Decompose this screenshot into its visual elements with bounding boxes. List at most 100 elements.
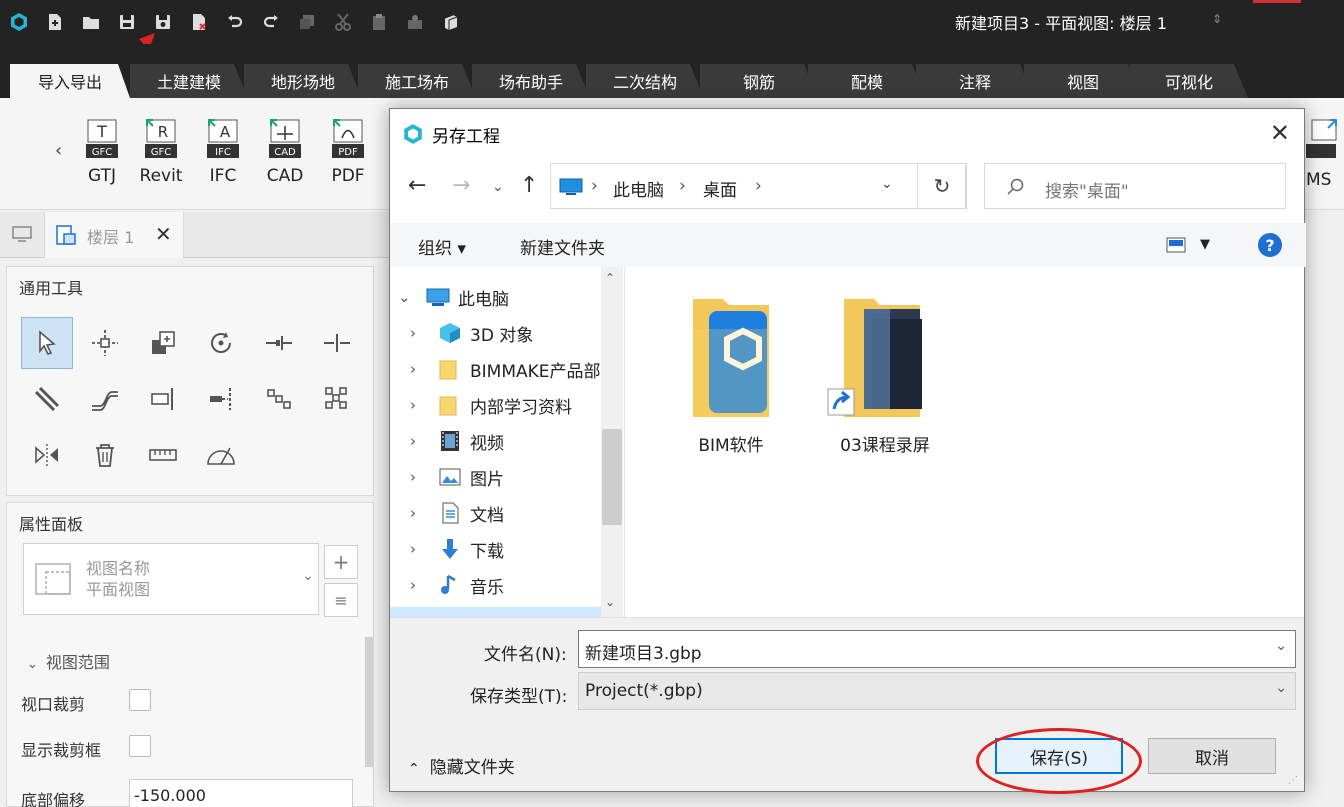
cancel-button[interactable]: 取消 bbox=[1148, 738, 1276, 774]
viewport-crop-checkbox[interactable] bbox=[129, 689, 151, 711]
view-range-section[interactable]: ⌄ 视图范围 bbox=[27, 649, 110, 673]
new-folder-button[interactable]: 新建文件夹 bbox=[520, 234, 605, 259]
tab-formwork[interactable]: 配模 bbox=[808, 64, 926, 98]
refresh-icon[interactable]: ↻ bbox=[917, 163, 967, 209]
new-icon[interactable] bbox=[44, 11, 66, 33]
tree-item-music[interactable]: › 音乐 bbox=[410, 567, 504, 603]
offset-tool-icon[interactable] bbox=[21, 373, 73, 425]
split-tool-icon[interactable] bbox=[311, 317, 363, 369]
extend-tool-icon[interactable] bbox=[137, 373, 189, 425]
document-tab-strip: 楼层 1 ✕ bbox=[0, 212, 390, 258]
back-arrow-icon[interactable]: ← bbox=[408, 173, 426, 198]
settings-sliders-icon[interactable]: ≡ bbox=[324, 583, 358, 617]
doc-tab-floor-1[interactable]: 楼层 1 ✕ bbox=[44, 212, 184, 258]
array-tool-icon[interactable] bbox=[253, 373, 305, 425]
file-item-course-recordings[interactable]: 03课程录屏 bbox=[820, 289, 950, 456]
tree-item-videos[interactable]: › 视频 bbox=[410, 423, 504, 459]
tab-view[interactable]: 视图 bbox=[1024, 64, 1142, 98]
extend-single-tool-icon[interactable] bbox=[195, 373, 247, 425]
open-icon[interactable] bbox=[80, 11, 102, 33]
measure-tool-icon[interactable] bbox=[137, 429, 189, 481]
rotate-tool-icon[interactable] bbox=[195, 317, 247, 369]
copy-tool-icon[interactable] bbox=[137, 317, 189, 369]
breadcrumb-desktop[interactable]: 桌面 bbox=[703, 176, 737, 201]
redo-icon[interactable] bbox=[260, 11, 282, 33]
align-tool-icon[interactable] bbox=[79, 373, 131, 425]
export-revit-button[interactable]: R GFC Revit bbox=[133, 118, 189, 186]
undo-icon[interactable] bbox=[224, 11, 246, 33]
chevron-right-icon[interactable]: › bbox=[410, 324, 428, 342]
show-crop-box-checkbox[interactable] bbox=[129, 735, 151, 757]
help-icon[interactable]: ? bbox=[1258, 233, 1282, 257]
chevron-right-icon[interactable]: › bbox=[410, 396, 428, 414]
tree-item-downloads[interactable]: › 下载 bbox=[410, 531, 504, 567]
view-selector[interactable]: 视图名称 平面视图 ⌄ bbox=[23, 543, 319, 615]
recent-locations-chevron-icon[interactable]: ⌄ bbox=[492, 179, 504, 195]
export-ms-button[interactable]: MS bbox=[1306, 118, 1342, 190]
chevron-right-icon[interactable]: › bbox=[410, 576, 428, 594]
chevron-down-icon[interactable]: ⌄ bbox=[881, 176, 893, 192]
chevron-right-icon[interactable]: › bbox=[410, 468, 428, 486]
tab-civil-modeling[interactable]: 土建建模 bbox=[130, 64, 248, 98]
chevron-down-icon[interactable]: ⌄ bbox=[1275, 638, 1287, 654]
file-item-bim-software[interactable]: BIM软件 bbox=[666, 289, 796, 456]
tree-item-pictures[interactable]: › 图片 bbox=[410, 459, 504, 495]
tree-item-internal-docs[interactable]: › 内部学习资料 bbox=[410, 387, 572, 423]
move-tool-icon[interactable] bbox=[79, 317, 131, 369]
tab-rebar[interactable]: 钢筋 bbox=[700, 64, 818, 98]
chevron-down-icon[interactable]: ⌄ bbox=[1275, 680, 1287, 696]
select-tool-icon[interactable] bbox=[21, 317, 73, 369]
trim-tool-icon[interactable] bbox=[253, 317, 305, 369]
export-pdf-button[interactable]: PDF PDF bbox=[320, 118, 376, 186]
hide-folders-toggle[interactable]: ⌃ 隐藏文件夹 bbox=[408, 753, 515, 778]
chevron-down-icon[interactable]: ⌄ bbox=[398, 288, 416, 306]
view-switch-icon[interactable] bbox=[12, 226, 32, 242]
box-icon[interactable] bbox=[440, 11, 462, 33]
chevron-right-icon[interactable]: › bbox=[410, 504, 428, 522]
breadcrumb-this-pc[interactable]: 此电脑 bbox=[613, 176, 664, 201]
tree-scrollbar[interactable]: ⌃ ⌄ bbox=[601, 267, 623, 617]
chevron-right-icon[interactable]: › bbox=[410, 540, 428, 558]
file-name-field[interactable]: 新建项目3.gbp ⌄ bbox=[578, 630, 1296, 668]
scrollbar-thumb[interactable] bbox=[602, 429, 622, 525]
close-icon[interactable]: ✕ bbox=[155, 222, 172, 246]
tab-layout-assistant[interactable]: 场布助手 bbox=[472, 64, 590, 98]
updown-caret-icon[interactable]: ⇕ bbox=[1212, 12, 1222, 26]
tree-item-bimmake[interactable]: › BIMMAKE产品部 bbox=[410, 351, 601, 387]
organize-menu[interactable]: 组织 ▾ bbox=[418, 234, 466, 259]
export-gtj-button[interactable]: T GFC GTJ bbox=[74, 118, 130, 186]
tree-item-documents[interactable]: › 文档 bbox=[410, 495, 504, 531]
scrollbar[interactable] bbox=[365, 637, 373, 767]
resize-grip-icon[interactable]: ⋰ bbox=[1288, 775, 1300, 787]
view-name: 视图名称 平面视图 bbox=[86, 558, 150, 600]
close-icon[interactable]: ✕ bbox=[1270, 119, 1290, 147]
tab-import-export[interactable]: 导入导出 bbox=[10, 64, 130, 98]
ribbon-scroll-left-icon[interactable]: ‹ bbox=[55, 140, 62, 161]
angle-tool-icon[interactable] bbox=[195, 429, 247, 481]
chevron-right-icon[interactable]: › bbox=[410, 360, 428, 378]
tab-secondary-structure[interactable]: 二次结构 bbox=[586, 64, 704, 98]
bottom-offset-field[interactable]: -150.000 bbox=[129, 779, 353, 807]
view-mode-icon[interactable] bbox=[1166, 237, 1186, 253]
tree-item-this-pc[interactable]: ⌄ 此电脑 bbox=[398, 279, 509, 315]
export-cad-button[interactable]: CAD CAD bbox=[257, 118, 313, 186]
tab-site-layout[interactable]: 施工场布 bbox=[358, 64, 476, 98]
tab-visualize[interactable]: 可视化 bbox=[1130, 64, 1248, 98]
tab-annotation[interactable]: 注释 bbox=[916, 64, 1034, 98]
chevron-down-icon[interactable]: ⌄ bbox=[605, 595, 615, 609]
mirror-tool-icon[interactable] bbox=[21, 429, 73, 481]
export-ifc-button[interactable]: A IFC IFC bbox=[195, 118, 251, 186]
chevron-up-icon[interactable]: ⌃ bbox=[605, 271, 615, 285]
view-mode-dropdown-icon[interactable]: ▼ bbox=[1200, 237, 1210, 252]
grid-array-tool-icon[interactable] bbox=[311, 373, 363, 425]
file-type-select[interactable]: Project(*.gbp) ⌄ bbox=[578, 672, 1296, 710]
up-arrow-icon[interactable]: ↑ bbox=[520, 173, 538, 198]
address-bar[interactable]: › 此电脑 › 桌面 › ⌄ bbox=[550, 163, 966, 209]
tab-terrain[interactable]: 地形场地 bbox=[244, 64, 362, 98]
delete-tool-icon[interactable] bbox=[79, 429, 131, 481]
chevron-right-icon[interactable]: › bbox=[410, 432, 428, 450]
tree-item-3d-objects[interactable]: › 3D 对象 bbox=[410, 315, 533, 351]
close-file-icon[interactable] bbox=[188, 11, 210, 33]
add-view-icon[interactable]: + bbox=[324, 545, 358, 579]
search-box[interactable]: 搜索"桌面" bbox=[984, 163, 1286, 209]
